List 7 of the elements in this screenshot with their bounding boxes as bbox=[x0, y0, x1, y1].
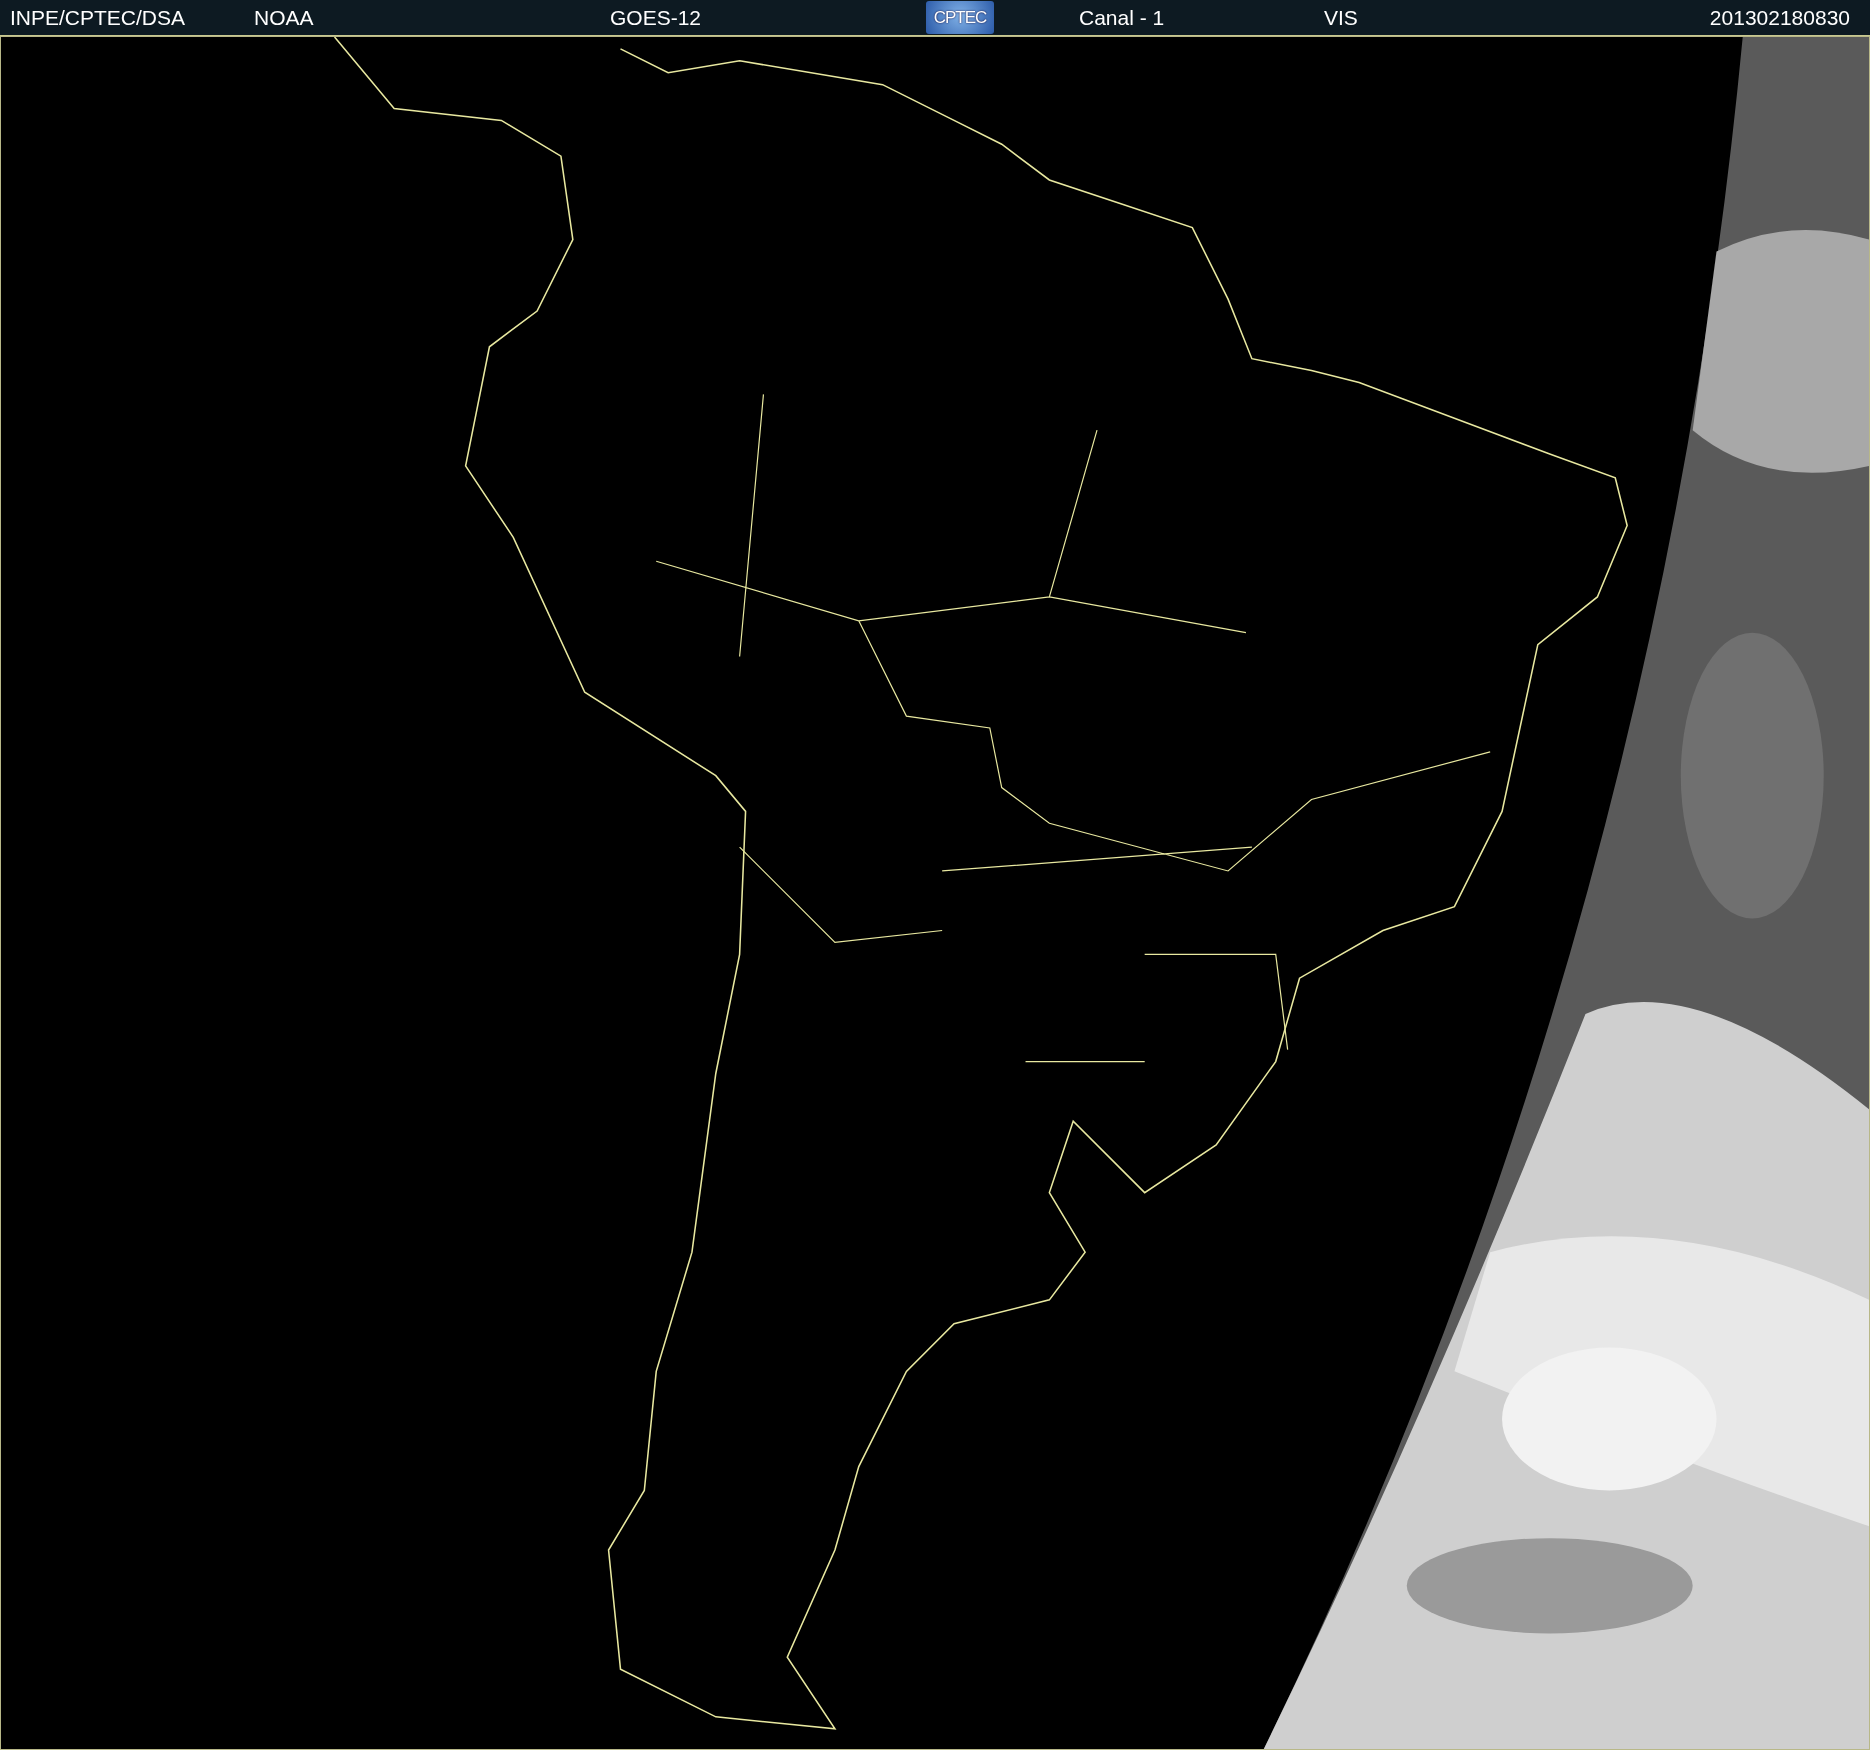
logo: CPTEC bbox=[926, 1, 994, 34]
header-text: 201302180830 bbox=[1709, 5, 1851, 30]
header-text: NOAA bbox=[254, 5, 315, 30]
header-text: GOES-12 bbox=[610, 5, 703, 30]
header-text: VIS bbox=[1324, 5, 1359, 30]
header-text: INPE/CPTEC/DSA bbox=[10, 5, 187, 30]
header-text: Canal - 1 bbox=[1079, 5, 1166, 30]
